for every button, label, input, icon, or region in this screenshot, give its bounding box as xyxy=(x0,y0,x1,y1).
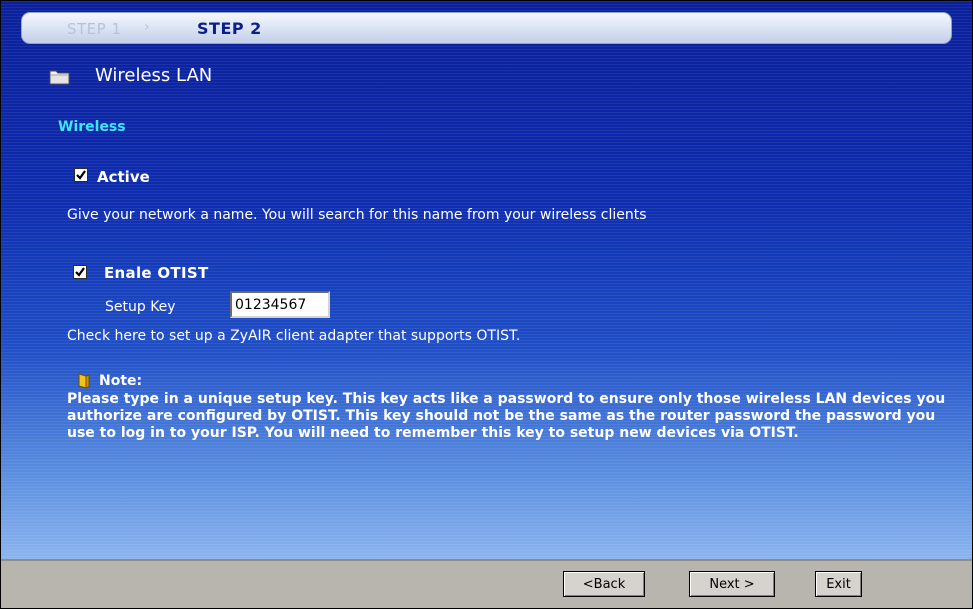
otist-description: Check here to set up a ZyAIR client adap… xyxy=(67,328,521,344)
folder-icon xyxy=(49,68,70,85)
step-1-label: STEP 1 xyxy=(67,20,122,38)
next-button[interactable]: Next > xyxy=(689,571,775,597)
wizard-content: STEP 1 › STEP 2 Wireless LAN Wireless Ac… xyxy=(1,1,972,559)
enable-otist-label: Enale OTIST xyxy=(104,264,209,282)
active-label: Active xyxy=(97,168,150,186)
step-arrow-icon: › xyxy=(144,19,150,35)
setup-key-label: Setup Key xyxy=(105,299,176,315)
page-title: Wireless LAN xyxy=(95,65,213,86)
note-text: Please type in a unique setup key. This … xyxy=(67,391,946,441)
active-checkbox[interactable] xyxy=(74,168,88,182)
wizard-window: STEP 1 › STEP 2 Wireless LAN Wireless Ac… xyxy=(0,0,973,609)
note-title: Note: xyxy=(99,373,143,389)
button-bar: <Back Next > Exit xyxy=(1,559,972,608)
checkmark-icon xyxy=(76,170,86,180)
back-button[interactable]: <Back xyxy=(563,571,645,597)
note-icon xyxy=(77,373,91,389)
step-2-label: STEP 2 xyxy=(197,19,262,38)
step-bar: STEP 1 › STEP 2 xyxy=(21,12,952,44)
enable-otist-checkbox[interactable] xyxy=(73,265,87,279)
network-name-description: Give your network a name. You will searc… xyxy=(67,207,647,223)
section-title: Wireless xyxy=(58,119,126,135)
setup-key-input[interactable] xyxy=(230,291,330,318)
exit-button[interactable]: Exit xyxy=(815,571,862,597)
checkmark-icon xyxy=(75,267,85,277)
